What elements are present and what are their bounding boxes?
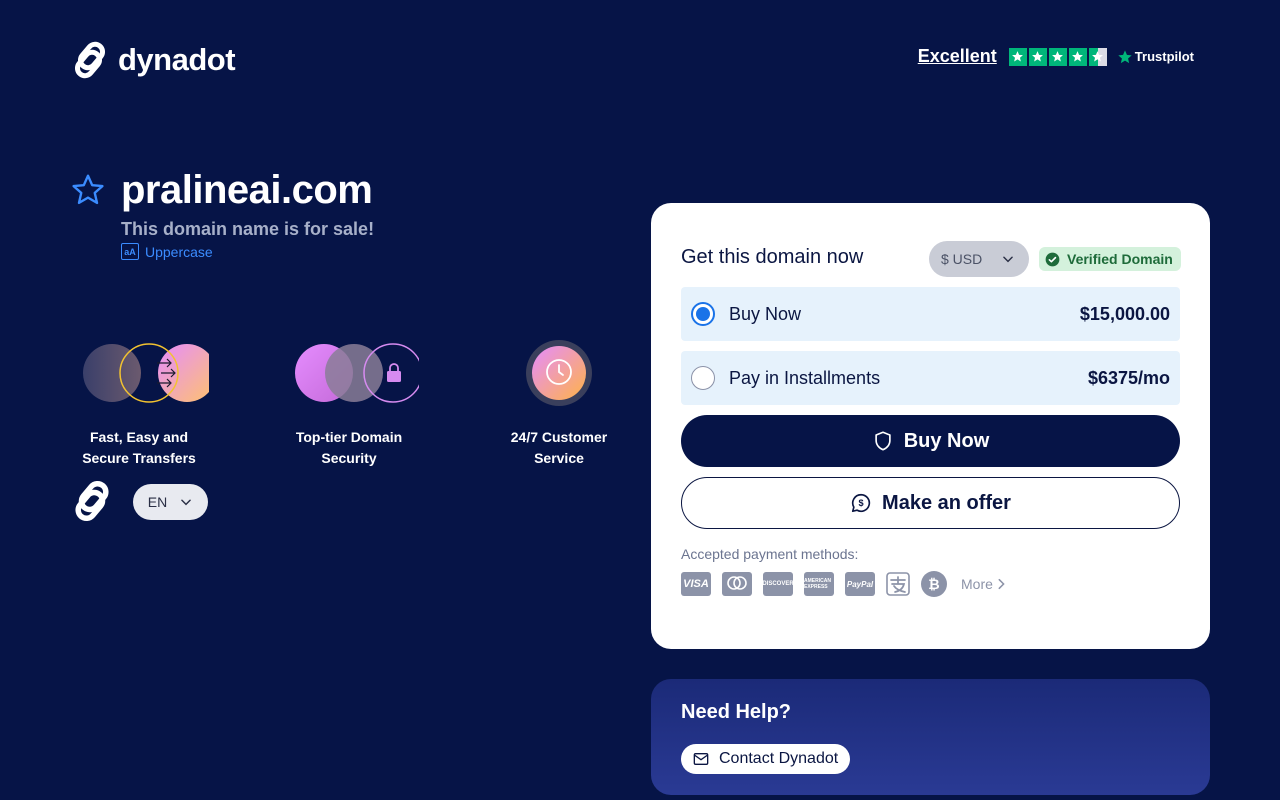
star-icon xyxy=(1028,47,1047,66)
verified-badge: Verified Domain xyxy=(1039,247,1181,271)
help-card: Need Help? Contact Dynadot xyxy=(651,679,1210,795)
radio-buy-now[interactable] xyxy=(691,302,715,326)
chevron-right-icon xyxy=(998,578,1005,590)
half-star-icon xyxy=(1088,47,1107,66)
option-label: Pay in Installments xyxy=(729,367,881,388)
alipay-icon xyxy=(886,572,910,596)
chevron-down-icon xyxy=(1003,256,1013,263)
trustpilot-widget[interactable]: Excellent Trustpilot xyxy=(918,46,1194,67)
mastercard-icon xyxy=(722,572,752,596)
star-icon xyxy=(1068,47,1087,66)
star-icon xyxy=(1048,47,1067,66)
uppercase-label: Uppercase xyxy=(145,243,213,260)
offer-chat-icon: $ xyxy=(851,493,871,513)
discover-icon: DISCOVER xyxy=(762,572,794,596)
feature-security: Top-tier Domain Security xyxy=(269,340,429,469)
paypal-icon: PayPal xyxy=(845,572,875,596)
trustpilot-logo: Trustpilot xyxy=(1117,49,1194,65)
more-label: More xyxy=(961,576,993,592)
transfer-icon xyxy=(69,340,216,406)
brand-logo[interactable]: dynadot xyxy=(70,40,236,80)
check-circle-icon xyxy=(1045,252,1060,266)
chevron-down-icon xyxy=(181,499,192,506)
purchase-card: Get this domain now $ USD Verified Domai… xyxy=(651,203,1210,649)
uppercase-toggle[interactable]: aA Uppercase xyxy=(121,243,213,260)
radio-installments[interactable] xyxy=(691,366,715,390)
contact-label: Contact Dynadot xyxy=(719,750,839,767)
language-selector[interactable]: EN xyxy=(133,484,208,520)
payment-methods: VISA DISCOVER AMERICAN EXPRESS PayPal ₿ … xyxy=(681,571,1006,597)
more-payment-methods-link[interactable]: More xyxy=(961,576,1006,592)
visa-icon: VISA xyxy=(681,572,711,596)
mail-icon xyxy=(693,753,709,765)
contact-dynadot-button[interactable]: Contact Dynadot xyxy=(681,744,851,774)
trustpilot-rating[interactable]: Excellent xyxy=(918,46,997,67)
favorite-star-icon[interactable] xyxy=(70,172,106,213)
make-offer-button[interactable]: $ Make an offer xyxy=(681,477,1180,529)
shield-icon xyxy=(875,431,891,451)
currency-value: $ USD xyxy=(941,251,983,267)
option-buy-now[interactable]: Buy Now $15,000.00 xyxy=(681,287,1180,341)
feature-label: Fast, Easy and Secure Transfers xyxy=(82,429,196,466)
trustpilot-star-icon xyxy=(1118,49,1132,63)
star-icon xyxy=(1008,47,1027,66)
trustpilot-brand-text: Trustpilot xyxy=(1134,49,1194,64)
sale-subtitle: This domain name is for sale! xyxy=(121,219,375,239)
feature-support: 24/7 Customer Service xyxy=(479,340,639,469)
buy-now-button[interactable]: Buy Now xyxy=(681,415,1180,467)
feature-label: 24/7 Customer Service xyxy=(510,429,608,466)
feature-transfers: Fast, Easy and Secure Transfers xyxy=(59,340,219,469)
text-case-icon: aA xyxy=(121,243,139,260)
verified-label: Verified Domain xyxy=(1067,251,1173,267)
domain-name: pralineai.com xyxy=(121,168,373,212)
feature-label: Top-tier Domain Security xyxy=(295,429,403,466)
option-price: $15,000.00 xyxy=(1079,303,1170,324)
lock-icon xyxy=(279,340,423,406)
svg-text:$: $ xyxy=(858,498,863,508)
bitcoin-icon: ₿ xyxy=(921,571,947,597)
option-installments[interactable]: Pay in Installments $6375/mo xyxy=(681,351,1180,405)
chain-link-icon xyxy=(74,41,106,79)
currency-selector[interactable]: $ USD xyxy=(929,241,1029,277)
footer-logo[interactable] xyxy=(70,479,114,528)
clock-icon xyxy=(524,340,594,406)
payment-methods-label: Accepted payment methods: xyxy=(681,546,859,562)
help-title: Need Help? xyxy=(681,701,792,723)
trustpilot-stars xyxy=(1008,47,1107,66)
language-value: EN xyxy=(147,494,168,510)
buy-now-label: Buy Now xyxy=(903,429,990,452)
make-offer-label: Make an offer xyxy=(882,491,1011,514)
brand-name: dynadot xyxy=(118,42,236,77)
chain-link-icon xyxy=(75,480,109,522)
option-label: Buy Now xyxy=(729,303,802,324)
card-title: Get this domain now xyxy=(681,246,864,268)
amex-icon: AMERICAN EXPRESS xyxy=(804,572,834,596)
option-price: $6375/mo xyxy=(1087,367,1170,388)
